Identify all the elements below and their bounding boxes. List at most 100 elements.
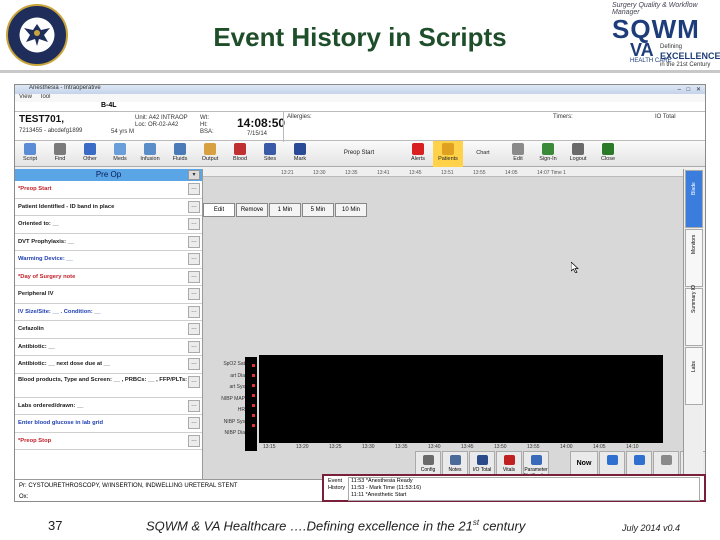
menu-view[interactable]: View bbox=[19, 94, 32, 100]
more-options-icon[interactable]: … bbox=[188, 434, 200, 447]
more-options-icon[interactable]: … bbox=[188, 358, 200, 370]
event-remove-button[interactable]: Remove bbox=[236, 203, 268, 217]
toolbar-label: Sign-In bbox=[539, 156, 557, 162]
more-options-icon[interactable]: … bbox=[188, 305, 200, 318]
tab-monitors[interactable]: Monitors bbox=[685, 229, 703, 287]
infusion-icon bbox=[144, 143, 156, 155]
toolbar-mark-button[interactable]: Mark bbox=[285, 141, 315, 167]
toolbar-alerts-button[interactable]: Alerts bbox=[403, 141, 433, 167]
vitals-graph[interactable] bbox=[259, 355, 663, 443]
script-row[interactable]: Labs ordered/drawn: __… bbox=[15, 398, 202, 415]
event-history-item[interactable]: 11:53 - Mark Time (11:53:16) bbox=[351, 485, 699, 492]
script-row[interactable]: Patient Identified - ID band in place … bbox=[15, 199, 202, 216]
more-options-icon[interactable]: … bbox=[188, 323, 200, 335]
script-row[interactable]: Peripheral IV… bbox=[15, 286, 202, 304]
history-label: History bbox=[328, 485, 346, 491]
script-phase-label: Pre Op bbox=[95, 170, 122, 179]
fluids-icon bbox=[174, 143, 186, 155]
banner-divider bbox=[283, 112, 284, 142]
script-row-label: Patient Identified - ID band in place bbox=[18, 203, 115, 210]
script-row[interactable]: Antibiotic: __… bbox=[15, 339, 202, 356]
toolbar-script-button[interactable]: Script bbox=[15, 141, 45, 167]
logo-name: SQWM bbox=[612, 14, 700, 44]
graph-tick-label: 13:40 bbox=[428, 444, 441, 450]
tab-label: Monitors bbox=[691, 234, 697, 254]
script-row[interactable]: DVT Prophylaxis: __… bbox=[15, 234, 202, 251]
event-edit-button[interactable]: Edit bbox=[203, 203, 235, 217]
toolbar-meds-button[interactable]: Meds bbox=[105, 141, 135, 167]
side-tabs: Blade Monitors Summary IO Labs bbox=[683, 169, 703, 479]
more-options-icon[interactable]: … bbox=[188, 417, 200, 429]
event-history-list[interactable]: 11:53 *Anesthesia Ready 11:53 - Mark Tim… bbox=[348, 477, 700, 501]
menu-tool[interactable]: Tool bbox=[39, 94, 50, 100]
event-1-min-button[interactable]: 1 Min bbox=[269, 203, 301, 217]
graph-tick-label: 13:35 bbox=[395, 444, 408, 450]
toolbar-find-button[interactable]: Find bbox=[45, 141, 75, 167]
toolbar-edit-button[interactable]: Edit bbox=[503, 141, 533, 167]
window-controls[interactable]: – □ ✕ bbox=[678, 86, 703, 93]
more-options-icon[interactable]: … bbox=[188, 253, 200, 265]
graph-tick-label: 13:45 bbox=[461, 444, 474, 450]
event-10-min-button[interactable]: 10 Min bbox=[335, 203, 367, 217]
script-row[interactable]: IV Size/Site: __ . Condition: __ … bbox=[15, 304, 202, 321]
more-options-icon[interactable]: … bbox=[188, 340, 200, 353]
toolbar-logout-button[interactable]: Logout bbox=[563, 141, 593, 167]
date: 7/15/14 bbox=[247, 131, 268, 137]
graph-tick-label: 14:05 bbox=[593, 444, 606, 450]
toolbar-sites-button[interactable]: Sites bbox=[255, 141, 285, 167]
script-row[interactable]: Blood products, Type and Screen: __ , PR… bbox=[15, 374, 202, 398]
unit-label: Unit: A42 INTRAOP bbox=[135, 115, 188, 121]
edit-icon bbox=[512, 143, 524, 155]
script-row[interactable]: Cefazolin… bbox=[15, 321, 202, 339]
location-label: Loc: OR-02-A42 bbox=[135, 122, 179, 128]
mouse-cursor-icon bbox=[571, 262, 579, 273]
script-row[interactable]: *Preop Stop … bbox=[15, 433, 202, 450]
script-row[interactable]: Enter blood glucose in lab grid… bbox=[15, 415, 202, 433]
time-axis-label: 13:55 bbox=[473, 170, 486, 176]
main-toolbar: Script Find Other Meds Infusion Fluids Output B… bbox=[15, 141, 705, 167]
phase-dropdown-icon[interactable]: ▾ bbox=[188, 170, 200, 180]
event-history-item[interactable]: 11:11 *Anesthetic Start bbox=[351, 492, 699, 499]
script-row[interactable]: *Day of Surgery note … bbox=[15, 269, 202, 286]
toolbar-other-button[interactable]: Other bbox=[75, 141, 105, 167]
toolbar-preop-start-button[interactable]: Preop Start bbox=[315, 141, 403, 167]
script-row-label: *Preop Stop bbox=[18, 437, 52, 444]
app-window: Anesthesia - Intraoperative – □ ✕ View T… bbox=[14, 84, 706, 502]
graph-tick-label: 13:25 bbox=[329, 444, 342, 450]
menu-bar: View Tool bbox=[15, 94, 705, 102]
script-row[interactable]: Oriented to: __… bbox=[15, 216, 202, 234]
event-5-min-button[interactable]: 5 Min bbox=[302, 203, 334, 217]
toolbar-sign-in-button[interactable]: Sign-In bbox=[533, 141, 563, 167]
time-axis: 13:21 13:30 13:35 13:41 13:45 13:51 13:55 14:05… bbox=[203, 169, 683, 177]
patient-age: 54 yrs M bbox=[111, 129, 135, 135]
script-row[interactable]: Antibiotic: __ next dose due at __ … bbox=[15, 356, 202, 374]
more-options-icon[interactable]: … bbox=[188, 375, 200, 388]
script-row-label: *Day of Surgery note bbox=[18, 273, 76, 280]
script-row-label: IV Size/Site: __ . Condition: __ bbox=[18, 308, 101, 315]
tab-blade[interactable]: Blade bbox=[685, 170, 703, 228]
more-options-icon[interactable]: … bbox=[188, 288, 200, 300]
more-options-icon[interactable]: … bbox=[188, 235, 200, 248]
toolbar-label: Blood bbox=[232, 156, 248, 162]
more-options-icon[interactable]: … bbox=[188, 399, 200, 412]
toolbar-output-button[interactable]: Output bbox=[195, 141, 225, 167]
more-options-icon[interactable]: … bbox=[188, 200, 200, 213]
script-row[interactable]: *Preop Start… bbox=[15, 181, 202, 199]
toolbar-close-button[interactable]: Close bbox=[593, 141, 623, 167]
more-options-icon[interactable]: … bbox=[188, 183, 200, 195]
toolbar-chart-button[interactable]: Chart bbox=[463, 141, 503, 167]
toolbar-infusion-button[interactable]: Infusion bbox=[135, 141, 165, 167]
more-options-icon[interactable]: … bbox=[188, 270, 200, 283]
script-phase-header[interactable]: Pre Op ▾ bbox=[15, 169, 202, 181]
toolbar-blood-button[interactable]: Blood bbox=[225, 141, 255, 167]
script-row-label: Antibiotic: __ next dose due at __ bbox=[18, 361, 111, 367]
tab-labs[interactable]: Labs bbox=[685, 347, 703, 405]
toolbar-fluids-button[interactable]: Fluids bbox=[165, 141, 195, 167]
script-row[interactable]: Warming Device: __… bbox=[15, 251, 202, 269]
event-buttons: Edit Remove 1 Min 5 Min 10 Min bbox=[203, 203, 368, 217]
tab-summary-io[interactable]: Summary IO bbox=[685, 285, 703, 346]
toolbar-patients-button[interactable]: Patients bbox=[433, 141, 463, 167]
time-axis-label: 13:30 bbox=[313, 170, 326, 176]
more-options-icon[interactable]: … bbox=[188, 218, 200, 230]
event-history-item[interactable]: 11:53 *Anesthesia Ready bbox=[351, 478, 699, 485]
